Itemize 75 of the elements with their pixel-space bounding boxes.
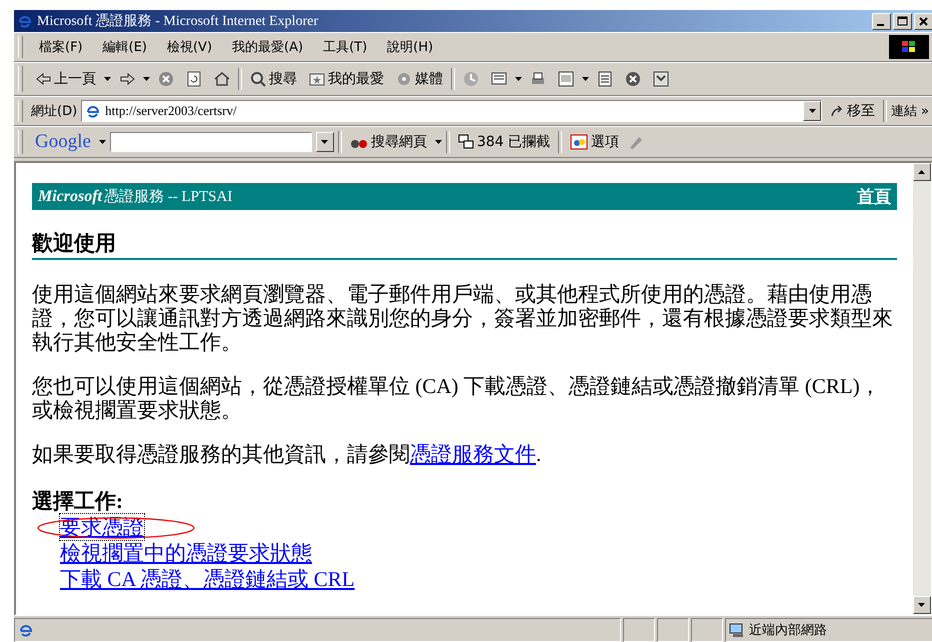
star-folder-icon <box>309 71 325 87</box>
toolbar-button[interactable]: 媒體 <box>392 68 447 90</box>
dropdown-button[interactable] <box>803 101 822 121</box>
paragraph: 您也可以使用這個網站，從憑證授權單位 (CA) 下載憑證、憑證鏈結或憑證撤銷清單 (CRL)，或檢視擱置要求狀態。 <box>32 374 882 422</box>
document-icon <box>597 71 613 87</box>
refresh-icon <box>186 71 202 87</box>
options-icon <box>570 134 588 150</box>
menu-item[interactable]: 我的最愛(A) <box>224 36 312 58</box>
toolbar-button[interactable]: 上一頁 <box>31 68 100 90</box>
page-icon <box>18 622 34 638</box>
windows-logo <box>889 35 929 59</box>
caret-icon <box>321 140 328 144</box>
windows-icon <box>458 134 474 150</box>
messenger-icon <box>625 71 641 87</box>
documentation-link[interactable]: 憑證服務文件 <box>410 442 536 466</box>
close-button[interactable] <box>914 12 932 30</box>
status-pane <box>623 618 655 642</box>
brand-name: Microsoft <box>38 188 102 206</box>
back-arrow-icon <box>35 71 51 87</box>
research-icon <box>653 71 669 87</box>
menu-item[interactable]: 編輯(E) <box>94 36 155 58</box>
toolbar-button[interactable]: 搜尋 <box>246 68 301 90</box>
caret-icon[interactable] <box>582 77 589 81</box>
go-button[interactable]: 移至 <box>826 100 880 122</box>
task-link[interactable]: 檢視擱置中的憑證要求狀態 <box>60 540 312 566</box>
caret-icon[interactable] <box>104 77 111 81</box>
caret-icon[interactable] <box>143 77 150 81</box>
search-web-button[interactable]: 搜尋網頁 <box>346 131 431 153</box>
window-title: Microsoft 憑證服務 - Microsoft Internet Explorer <box>37 12 320 30</box>
search-field[interactable] <box>110 132 312 152</box>
stop-icon <box>158 71 174 87</box>
address-field[interactable]: http://server2003/certsrv/ <box>81 100 822 122</box>
scroll-down-button[interactable] <box>913 596 931 614</box>
printer-icon <box>530 71 546 87</box>
menu-item[interactable]: 檔案(F) <box>31 36 91 58</box>
more-button[interactable]: » <box>921 104 929 118</box>
tasks-heading: 選擇工作: <box>32 488 124 514</box>
maximize-button[interactable] <box>893 12 912 30</box>
caret-icon <box>808 109 816 113</box>
caret-icon[interactable] <box>434 140 442 144</box>
media-icon <box>396 71 412 87</box>
popup-blocker-button[interactable]: 384 已攔截 <box>454 131 554 153</box>
home-link[interactable]: 首頁 <box>857 185 891 208</box>
computer-icon <box>729 622 745 638</box>
mail-icon <box>491 71 507 87</box>
status-pane <box>657 618 689 642</box>
edit-icon <box>558 71 574 87</box>
security-zone: 近端內部網路 <box>725 618 932 642</box>
forward-arrow-icon <box>119 71 135 87</box>
menu-item[interactable]: 工具(T) <box>315 36 376 58</box>
menu-item[interactable]: 說明(H) <box>379 36 442 58</box>
paragraph: 如果要取得憑證服務的其他資訊，請參閱憑證服務文件. <box>32 442 542 466</box>
page-heading: 歡迎使用 <box>32 230 897 260</box>
address-label: 網址(D) <box>31 103 78 120</box>
arrow-icon <box>830 104 844 118</box>
service-title: 憑證服務 -- LPTSAI <box>104 188 232 206</box>
caret-icon[interactable] <box>98 140 106 144</box>
menu-item[interactable]: 檢視(V) <box>158 36 220 58</box>
scrollbar[interactable] <box>913 163 931 614</box>
toolbar-button[interactable]: 我的最愛 <box>305 68 388 90</box>
page-icon <box>85 103 102 119</box>
search-icon <box>250 71 266 87</box>
task-link[interactable]: 下載 CA 憑證、憑證鏈結或 CRL <box>60 566 355 592</box>
links-button[interactable]: 連結 <box>891 102 918 120</box>
google-logo[interactable]: Google <box>31 131 95 153</box>
status-pane <box>691 618 723 642</box>
browser-icon <box>17 13 33 29</box>
dropdown-button[interactable] <box>316 132 334 152</box>
home-icon <box>214 71 230 87</box>
history-icon <box>463 71 479 87</box>
options-button[interactable]: 選項 <box>566 131 624 153</box>
caret-icon[interactable] <box>515 77 522 81</box>
paragraph: 使用這個網站來要求網頁瀏覽器、電子郵件用戶端、或其他程式所使用的憑證。藉由使用憑證，您可以讓通訊對方透過網路來識別您的身分，簽署並加密郵件，還有根據憑證要求類型來執行其他安全性工作。 <box>32 282 894 354</box>
minimize-button[interactable] <box>872 12 891 30</box>
scroll-up-button[interactable] <box>913 163 931 181</box>
